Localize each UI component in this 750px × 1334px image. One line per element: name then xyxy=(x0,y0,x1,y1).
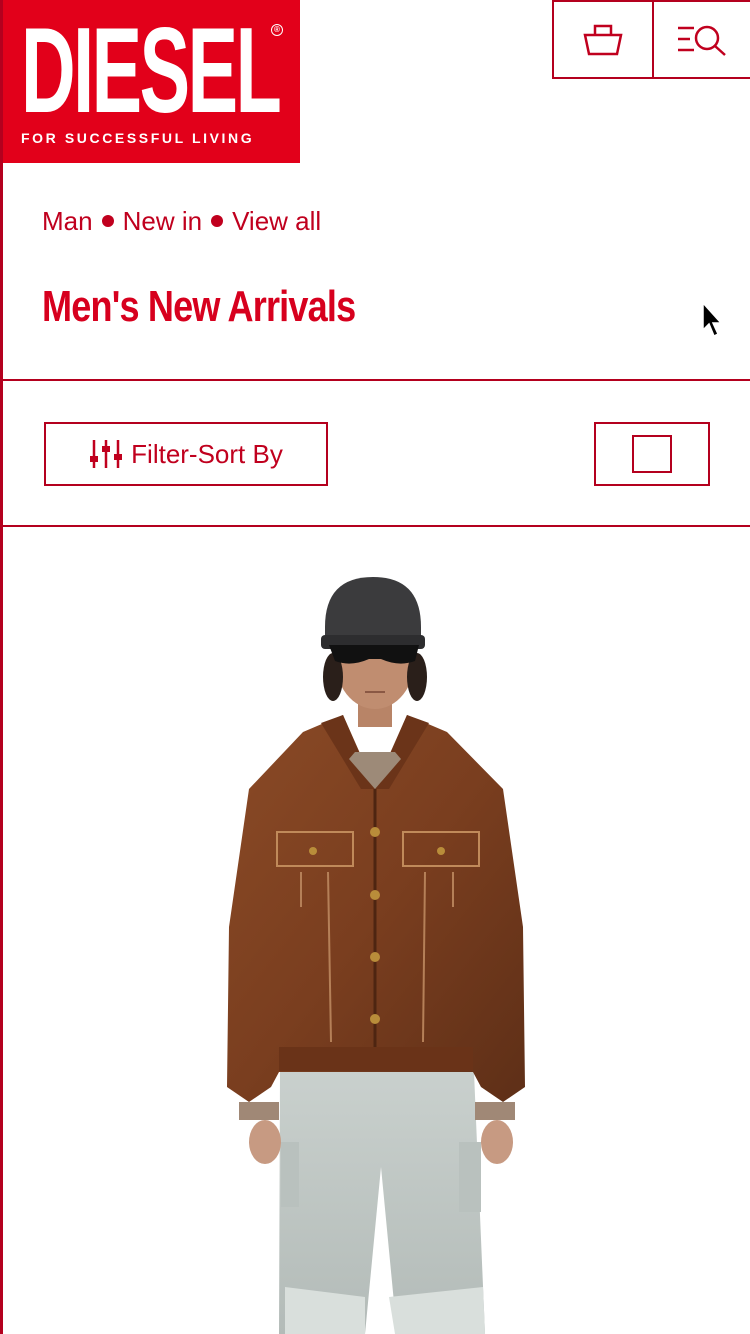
filter-sort-label: Filter-Sort By xyxy=(131,438,283,469)
view-toggle-button[interactable] xyxy=(594,422,710,486)
breadcrumb-separator xyxy=(101,215,114,227)
sliders-icon xyxy=(90,440,123,468)
breadcrumb-man[interactable]: Man xyxy=(42,206,93,237)
page-title: Men's New Arrivals xyxy=(42,282,356,331)
filter-sort-button[interactable]: Filter-Sort By xyxy=(44,422,328,486)
menu-search-icon xyxy=(678,25,726,56)
breadcrumb-view-all[interactable]: View all xyxy=(232,206,321,237)
basket-button[interactable] xyxy=(552,0,654,79)
breadcrumb-new-in[interactable]: New in xyxy=(123,206,202,237)
breadcrumb: Man New in View all xyxy=(42,204,321,238)
breadcrumb-separator xyxy=(211,215,224,227)
section-divider xyxy=(0,379,750,381)
registered-mark: ® xyxy=(271,24,283,36)
product-card-image[interactable] xyxy=(3,527,750,1334)
product-photo xyxy=(227,577,525,1334)
logo-tagline: FOR SUCCESSFUL LIVING xyxy=(21,130,255,146)
single-grid-icon xyxy=(632,435,672,473)
basket-icon xyxy=(583,24,623,55)
mouse-cursor-icon xyxy=(702,302,723,338)
logo-wordmark: DIESEL xyxy=(21,2,282,138)
menu-search-button[interactable] xyxy=(652,0,750,79)
diesel-logo[interactable]: DIESEL ® FOR SUCCESSFUL LIVING xyxy=(3,0,300,163)
